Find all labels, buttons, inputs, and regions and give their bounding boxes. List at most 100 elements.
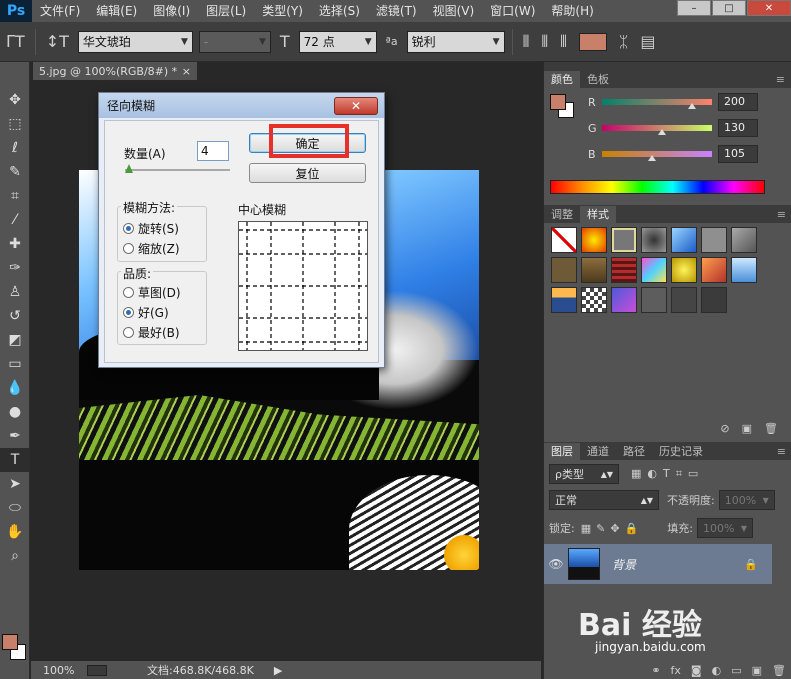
menu-edit[interactable]: 编辑(E) xyxy=(88,0,145,22)
style-swatch[interactable] xyxy=(671,257,697,283)
blur-center-preview[interactable] xyxy=(238,221,368,351)
menu-view[interactable]: 视图(V) xyxy=(425,0,483,22)
eyedropper-tool-icon[interactable]: ⁄ xyxy=(0,208,30,232)
lasso-tool-icon[interactable]: ℓ xyxy=(0,136,30,160)
ellipse-tool-icon[interactable]: ⬭ xyxy=(0,496,30,520)
close-tab-icon[interactable]: × xyxy=(182,65,191,78)
reset-button[interactable]: 复位 xyxy=(249,163,366,183)
menu-help[interactable]: 帮助(H) xyxy=(543,0,601,22)
status-menu-arrow-icon[interactable]: ▶ xyxy=(274,664,282,677)
green-slider-thumb[interactable] xyxy=(658,129,666,135)
foreground-swatch[interactable] xyxy=(550,94,566,110)
tab-history[interactable]: 历史记录 xyxy=(652,443,710,460)
good-radio[interactable] xyxy=(123,307,134,318)
layer-kind-filter[interactable]: ρ类型 ▲▼ xyxy=(549,464,619,484)
align-center-icon[interactable]: ⫴ xyxy=(541,32,548,52)
style-swatch[interactable] xyxy=(701,287,727,313)
layer-effects-icon[interactable]: fx xyxy=(671,664,681,677)
panel-menu-icon[interactable]: ≡ xyxy=(777,206,791,223)
fill-input[interactable]: 100% ▼ xyxy=(696,518,753,538)
marquee-tool-icon[interactable]: ⬚ xyxy=(0,112,30,136)
green-slider[interactable] xyxy=(602,125,712,131)
style-none[interactable] xyxy=(551,227,577,253)
blue-slider-thumb[interactable] xyxy=(648,155,656,161)
style-swatch[interactable] xyxy=(671,287,697,313)
spin-radio[interactable] xyxy=(123,223,134,234)
style-swatch[interactable] xyxy=(701,257,727,283)
red-slider-thumb[interactable] xyxy=(688,103,696,109)
visibility-eye-icon[interactable]: 👁 xyxy=(544,557,568,571)
dodge-tool-icon[interactable]: ● xyxy=(0,400,30,424)
style-swatch[interactable] xyxy=(611,227,637,253)
panel-menu-icon[interactable]: ≡ xyxy=(777,443,791,460)
toggle-orientation-icon[interactable]: ↕T xyxy=(46,32,69,51)
type-tool-icon[interactable]: T xyxy=(0,448,30,472)
style-swatch[interactable] xyxy=(641,227,667,253)
quick-select-tool-icon[interactable]: ✎ xyxy=(0,160,30,184)
tab-adjustments[interactable]: 调整 xyxy=(544,206,580,223)
minimize-button[interactable]: – xyxy=(677,0,711,16)
menu-type[interactable]: 类型(Y) xyxy=(254,0,311,22)
brush-tool-icon[interactable]: ✑ xyxy=(0,256,30,280)
blue-value-input[interactable]: 105 xyxy=(718,145,758,163)
document-tab[interactable]: 5.jpg @ 100%(RGB/8#) * × xyxy=(33,62,197,80)
draft-option[interactable]: 草图(D) xyxy=(123,284,181,301)
style-swatch[interactable] xyxy=(731,227,757,253)
foreground-color-swatch[interactable] xyxy=(2,634,18,650)
blur-tool-icon[interactable]: 💧 xyxy=(0,376,30,400)
style-swatch[interactable] xyxy=(581,287,607,313)
pen-tool-icon[interactable]: ✒ xyxy=(0,424,30,448)
new-group-icon[interactable]: ▭ xyxy=(731,664,741,677)
amount-slider-track[interactable] xyxy=(125,169,230,171)
layer-row-background[interactable]: 👁 背景 🔒 xyxy=(544,544,772,584)
style-swatch[interactable] xyxy=(581,257,607,283)
style-swatch[interactable] xyxy=(641,257,667,283)
delete-style-icon[interactable]: 🗑 xyxy=(764,422,778,435)
good-option[interactable]: 好(G) xyxy=(123,304,169,321)
delete-layer-icon[interactable]: 🗑 xyxy=(772,664,786,677)
best-radio[interactable] xyxy=(123,327,134,338)
link-layers-icon[interactable]: ⚭ xyxy=(651,664,660,677)
style-swatch[interactable] xyxy=(551,287,577,313)
foreground-background-colors[interactable] xyxy=(2,634,26,664)
align-right-icon[interactable]: ⫴ xyxy=(560,32,567,52)
maximize-button[interactable]: □ xyxy=(712,0,746,16)
style-swatch[interactable] xyxy=(701,227,727,253)
panel-menu-icon[interactable]: ≡ xyxy=(776,71,791,88)
layer-mask-icon[interactable]: ◙ xyxy=(691,664,702,677)
new-layer-icon[interactable]: ▣ xyxy=(752,664,762,677)
red-value-input[interactable]: 200 xyxy=(718,93,758,111)
healing-brush-tool-icon[interactable]: ✚ xyxy=(0,232,30,256)
dialog-close-button[interactable]: ✕ xyxy=(334,96,378,115)
best-option[interactable]: 最好(B) xyxy=(123,324,180,341)
tab-color[interactable]: 颜色 xyxy=(544,71,580,88)
tab-paths[interactable]: 路径 xyxy=(616,443,652,460)
close-window-button[interactable]: ✕ xyxy=(747,0,791,16)
draft-radio[interactable] xyxy=(123,287,134,298)
style-swatch[interactable] xyxy=(581,227,607,253)
menu-filter[interactable]: 滤镜(T) xyxy=(368,0,425,22)
align-left-icon[interactable]: ⫴ xyxy=(523,32,530,52)
type-tool-icon[interactable]: ᒥT xyxy=(6,32,25,51)
character-panel-icon[interactable]: ▤ xyxy=(640,32,655,51)
font-size-select[interactable]: 72 点 ▼ xyxy=(298,30,377,53)
crop-tool-icon[interactable]: ⌗ xyxy=(0,184,30,208)
green-value-input[interactable]: 130 xyxy=(718,119,758,137)
clone-stamp-tool-icon[interactable]: ♙ xyxy=(0,280,30,304)
opacity-input[interactable]: 100% ▼ xyxy=(718,490,775,510)
warp-text-icon[interactable]: ᛯ xyxy=(619,32,629,51)
dialog-titlebar[interactable]: 径向模糊 ✕ xyxy=(99,93,384,118)
tab-swatches[interactable]: 色板 xyxy=(580,71,616,88)
menu-select[interactable]: 选择(S) xyxy=(311,0,368,22)
zoom-radio[interactable] xyxy=(123,243,134,254)
tab-styles[interactable]: 样式 xyxy=(580,206,616,223)
font-style-select[interactable]: - ▼ xyxy=(198,30,271,53)
gradient-tool-icon[interactable]: ▭ xyxy=(0,352,30,376)
style-swatch[interactable] xyxy=(611,257,637,283)
spin-option[interactable]: 旋转(S) xyxy=(123,220,179,237)
amount-input[interactable]: 4 xyxy=(197,141,229,161)
style-swatch[interactable] xyxy=(641,287,667,313)
eraser-tool-icon[interactable]: ◩ xyxy=(0,328,30,352)
text-color-swatch[interactable] xyxy=(578,32,607,51)
blend-mode-select[interactable]: 正常 ▲▼ xyxy=(549,490,659,510)
